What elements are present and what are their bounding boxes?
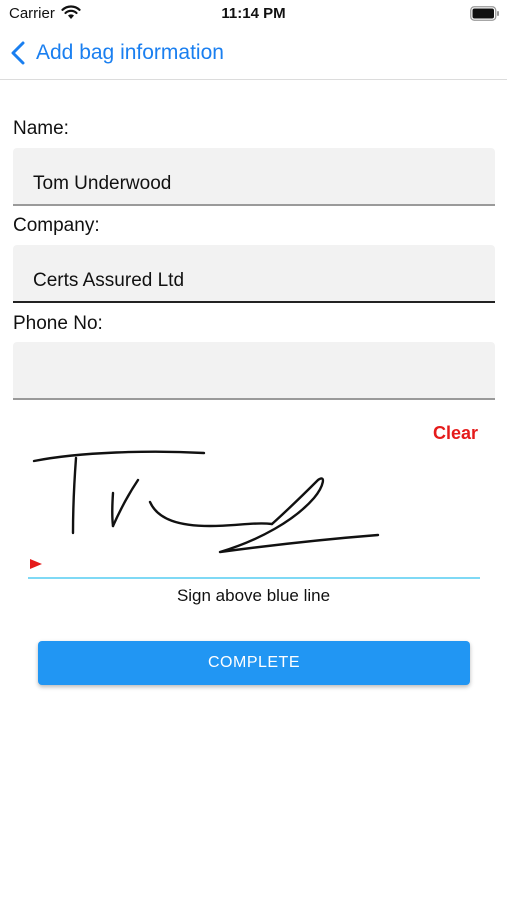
signature-baseline [28, 577, 480, 579]
company-label: Company: [13, 215, 100, 236]
nav-title: Add bag information [36, 41, 224, 64]
status-time: 11:14 PM [221, 5, 286, 22]
signature-strokes [32, 450, 380, 554]
nav-bar: Add bag information [0, 28, 507, 80]
name-label: Name: [13, 118, 69, 139]
phone-input[interactable] [13, 342, 495, 400]
signature-pad[interactable] [20, 440, 490, 570]
company-input-value: Certs Assured Ltd [33, 270, 185, 291]
signature-start-marker-icon [30, 559, 42, 569]
status-bar: Carrier 11:14 PM [0, 0, 507, 28]
screen: Carrier 11:14 PM Add bag information Nam… [0, 0, 507, 900]
company-input[interactable]: Certs Assured Ltd [13, 245, 495, 303]
back-button[interactable]: Add bag information [10, 38, 224, 68]
battery-icon [470, 6, 499, 21]
signature-hint: Sign above blue line [176, 586, 331, 605]
complete-button[interactable]: COMPLETE [38, 641, 470, 685]
phone-label: Phone No: [13, 313, 103, 334]
name-input[interactable]: Tom Underwood [13, 148, 495, 206]
chevron-left-icon [11, 41, 25, 65]
name-input-value: Tom Underwood [33, 173, 172, 194]
